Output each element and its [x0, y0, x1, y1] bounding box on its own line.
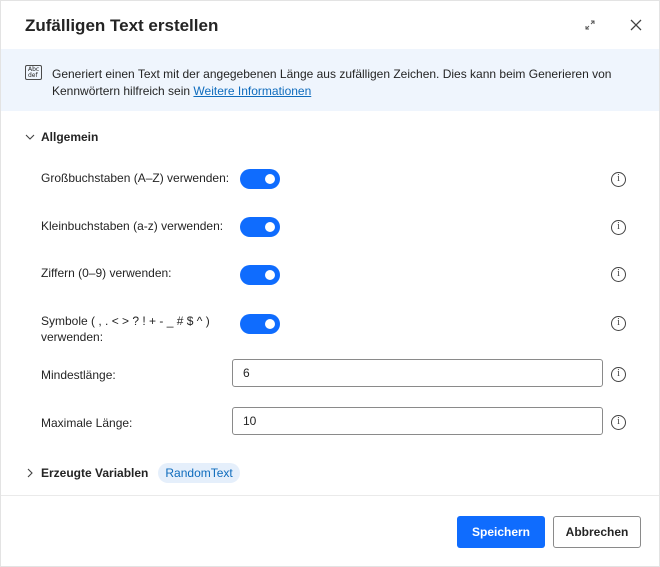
symbols-info-icon[interactable]: i	[611, 316, 626, 331]
digits-info-icon[interactable]: i	[611, 267, 626, 282]
min-length-input[interactable]: 6	[232, 359, 603, 387]
info-description: Generiert einen Text mit der angegebenen…	[52, 66, 637, 100]
lowercase-info-icon[interactable]: i	[611, 220, 626, 235]
produced-variables-label: Erzeugte Variablen	[41, 466, 149, 480]
info-description-text: Generiert einen Text mit der angegebenen…	[52, 67, 612, 98]
max-length-label: Maximale Länge:	[41, 416, 133, 430]
uppercase-info-icon[interactable]: i	[611, 172, 626, 187]
chevron-right-icon[interactable]	[25, 468, 35, 478]
dialog: Zufälligen Text erstellen Abc def Generi…	[0, 0, 660, 567]
symbols-label-line1: Symbole ( , . < > ? ! + - _ # $ ^ )	[41, 314, 210, 328]
symbols-toggle[interactable]	[240, 314, 280, 334]
digits-label: Ziffern (0–9) verwenden:	[41, 266, 172, 280]
min-length-info-icon[interactable]: i	[611, 367, 626, 382]
max-length-input[interactable]: 10	[232, 407, 603, 435]
uppercase-toggle[interactable]	[240, 169, 280, 189]
lowercase-label: Kleinbuchstaben (a-z) verwenden:	[41, 219, 224, 233]
close-icon	[630, 19, 642, 31]
expand-icon	[585, 20, 595, 30]
max-length-info-icon[interactable]: i	[611, 415, 626, 430]
learn-more-link[interactable]: Weitere Informationen	[193, 84, 311, 98]
save-button[interactable]: Speichern	[457, 516, 545, 548]
close-button[interactable]	[624, 13, 648, 37]
symbols-label: Symbole ( , . < > ? ! + - _ # $ ^ ) verw…	[41, 313, 210, 345]
toggle-knob	[265, 270, 275, 280]
dialog-title: Zufälligen Text erstellen	[25, 16, 219, 35]
symbols-label-line2: verwenden:	[41, 330, 104, 344]
cancel-button[interactable]: Abbrechen	[553, 516, 641, 548]
produced-variables: Erzeugte Variablen RandomText	[25, 463, 240, 483]
section-general-toggle[interactable]: Allgemein	[25, 130, 98, 144]
chevron-down-icon	[25, 134, 35, 140]
text-icon: Abc def	[25, 65, 42, 80]
variable-chip[interactable]: RandomText	[158, 463, 240, 483]
toggle-knob	[265, 222, 275, 232]
toggle-knob	[265, 174, 275, 184]
toggle-knob	[265, 319, 275, 329]
section-general-label: Allgemein	[41, 130, 99, 144]
footer-divider	[1, 495, 659, 496]
digits-toggle[interactable]	[240, 265, 280, 285]
expand-button[interactable]	[578, 13, 602, 37]
uppercase-label: Großbuchstaben (A–Z) verwenden:	[41, 171, 230, 185]
min-length-label: Mindestlänge:	[41, 368, 116, 382]
lowercase-toggle[interactable]	[240, 217, 280, 237]
